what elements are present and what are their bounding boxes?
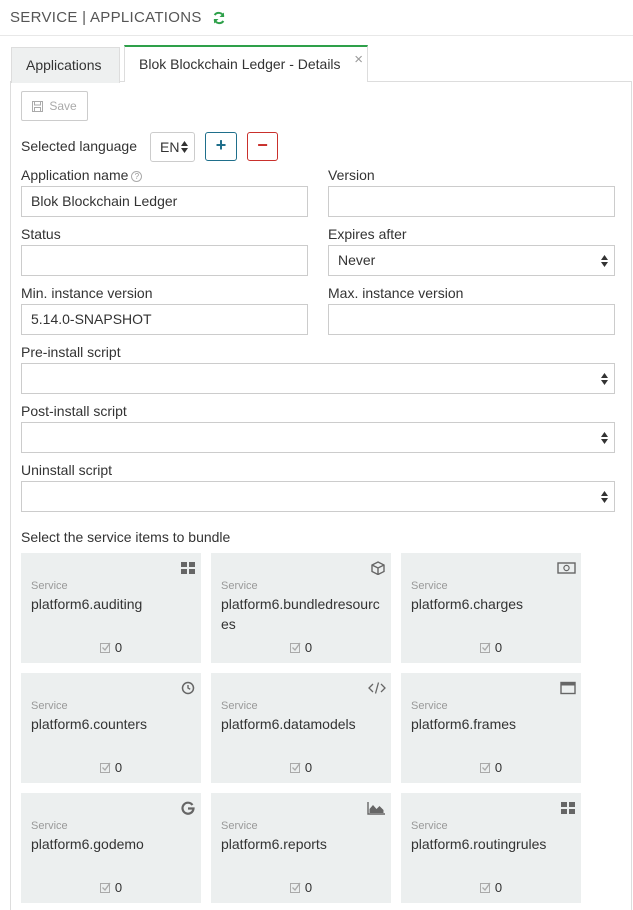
card-count: 0: [401, 760, 581, 775]
select-arrows-icon: [181, 141, 188, 153]
grid-icon: [181, 562, 195, 574]
card-type: Service: [411, 820, 448, 832]
version-label: Version: [328, 167, 375, 183]
checkbox-icon: [99, 642, 111, 653]
checkbox-icon: [99, 762, 111, 773]
card-count: 0: [21, 640, 201, 655]
checkbox-icon: [479, 882, 491, 893]
select-arrows-icon: [601, 373, 608, 385]
save-button[interactable]: Save: [21, 91, 88, 121]
card-count: 0: [211, 760, 391, 775]
preinstall-label: Pre-install script: [21, 344, 121, 360]
card-type: Service: [411, 580, 448, 592]
service-card[interactable]: Service platform6.counters 0: [21, 673, 201, 783]
service-card[interactable]: Service platform6.frames 0: [401, 673, 581, 783]
card-name: platform6.bundledresources: [221, 596, 380, 632]
version-input[interactable]: [328, 186, 615, 217]
checkbox-icon: [479, 642, 491, 653]
uninstall-label: Uninstall script: [21, 462, 113, 478]
area-chart-icon: [367, 802, 385, 815]
status-label: Status: [21, 226, 61, 242]
details-form: Save Selected language EN + − Applicatio…: [10, 82, 632, 910]
uninstall-select[interactable]: [21, 481, 615, 512]
card-count: 0: [401, 640, 581, 655]
page-title: SERVICE | APPLICATIONS: [10, 9, 202, 26]
min-version-label: Min. instance version: [21, 285, 153, 301]
select-arrows-icon: [601, 255, 608, 267]
card-type: Service: [221, 700, 258, 712]
app-name-label: Application name?: [21, 167, 143, 183]
details-panel: Applications Blok Blockchain Ledger - De…: [10, 44, 632, 910]
card-name: platform6.frames: [411, 716, 517, 732]
card-name: platform6.reports: [221, 836, 327, 852]
tab-label: Blok Blockchain Ledger - Details: [139, 56, 341, 72]
service-card[interactable]: Service platform6.charges 0: [401, 553, 581, 663]
card-name: platform6.auditing: [31, 596, 143, 612]
select-arrows-icon: [601, 491, 608, 503]
save-label: Save: [49, 99, 77, 113]
card-type: Service: [411, 700, 448, 712]
service-card[interactable]: Service platform6.auditing 0: [21, 553, 201, 663]
app-name-input[interactable]: Blok Blockchain Ledger: [21, 186, 308, 217]
card-type: Service: [221, 580, 258, 592]
max-version-input[interactable]: [328, 304, 615, 335]
language-label: Selected language: [21, 138, 137, 154]
expires-label: Expires after: [328, 226, 407, 242]
preinstall-select[interactable]: [21, 363, 615, 394]
select-arrows-icon: [601, 432, 608, 444]
card-name: platform6.datamodels: [221, 716, 356, 732]
expires-select[interactable]: Never: [328, 245, 615, 276]
tab-bar: Applications Blok Blockchain Ledger - De…: [10, 44, 632, 83]
postinstall-select[interactable]: [21, 422, 615, 453]
postinstall-label: Post-install script: [21, 403, 127, 419]
card-name: platform6.godemo: [31, 836, 144, 852]
clock-icon: [181, 681, 195, 695]
bundle-title: Select the service items to bundle: [21, 529, 231, 545]
card-type: Service: [31, 700, 68, 712]
tab-applications[interactable]: Applications: [11, 47, 120, 83]
card-count: 0: [211, 880, 391, 895]
card-count: 0: [211, 640, 391, 655]
cube-icon: [371, 561, 385, 575]
service-card[interactable]: Service platform6.reports 0: [211, 793, 391, 903]
close-icon[interactable]: ×: [354, 42, 363, 77]
grid-icon: [561, 802, 575, 814]
max-version-label: Max. instance version: [328, 285, 464, 301]
add-language-button[interactable]: +: [205, 132, 237, 161]
refresh-icon[interactable]: [212, 11, 226, 25]
card-type: Service: [221, 820, 258, 832]
money-icon: [557, 562, 576, 574]
language-select[interactable]: EN: [150, 132, 195, 162]
service-card[interactable]: Service platform6.routingrules 0: [401, 793, 581, 903]
checkbox-icon: [289, 642, 301, 653]
card-type: Service: [31, 580, 68, 592]
code-icon: [368, 682, 386, 694]
card-count: 0: [21, 880, 201, 895]
google-icon: [181, 801, 195, 815]
floppy-icon: [32, 100, 44, 112]
card-name: platform6.charges: [411, 596, 524, 612]
checkbox-icon: [99, 882, 111, 893]
status-input[interactable]: [21, 245, 308, 276]
card-name: platform6.counters: [31, 716, 147, 732]
min-version-input[interactable]: 5.14.0-SNAPSHOT: [21, 304, 308, 335]
checkbox-icon: [289, 762, 301, 773]
card-name: platform6.routingrules: [411, 836, 547, 852]
page-header: SERVICE | APPLICATIONS: [0, 0, 633, 36]
remove-language-button[interactable]: −: [247, 132, 278, 161]
service-card[interactable]: Service platform6.datamodels 0: [211, 673, 391, 783]
expires-value: Never: [338, 252, 376, 268]
checkbox-icon: [479, 762, 491, 773]
card-count: 0: [21, 760, 201, 775]
service-card[interactable]: Service platform6.bundledresources 0: [211, 553, 391, 663]
tab-details[interactable]: Blok Blockchain Ledger - Details ×: [124, 45, 368, 82]
card-count: 0: [401, 880, 581, 895]
card-type: Service: [31, 820, 68, 832]
tab-label: Applications: [26, 57, 102, 73]
language-value: EN: [160, 139, 180, 155]
help-icon[interactable]: ?: [131, 171, 143, 182]
window-icon: [560, 681, 576, 695]
checkbox-icon: [289, 882, 301, 893]
service-card[interactable]: Service platform6.godemo 0: [21, 793, 201, 903]
